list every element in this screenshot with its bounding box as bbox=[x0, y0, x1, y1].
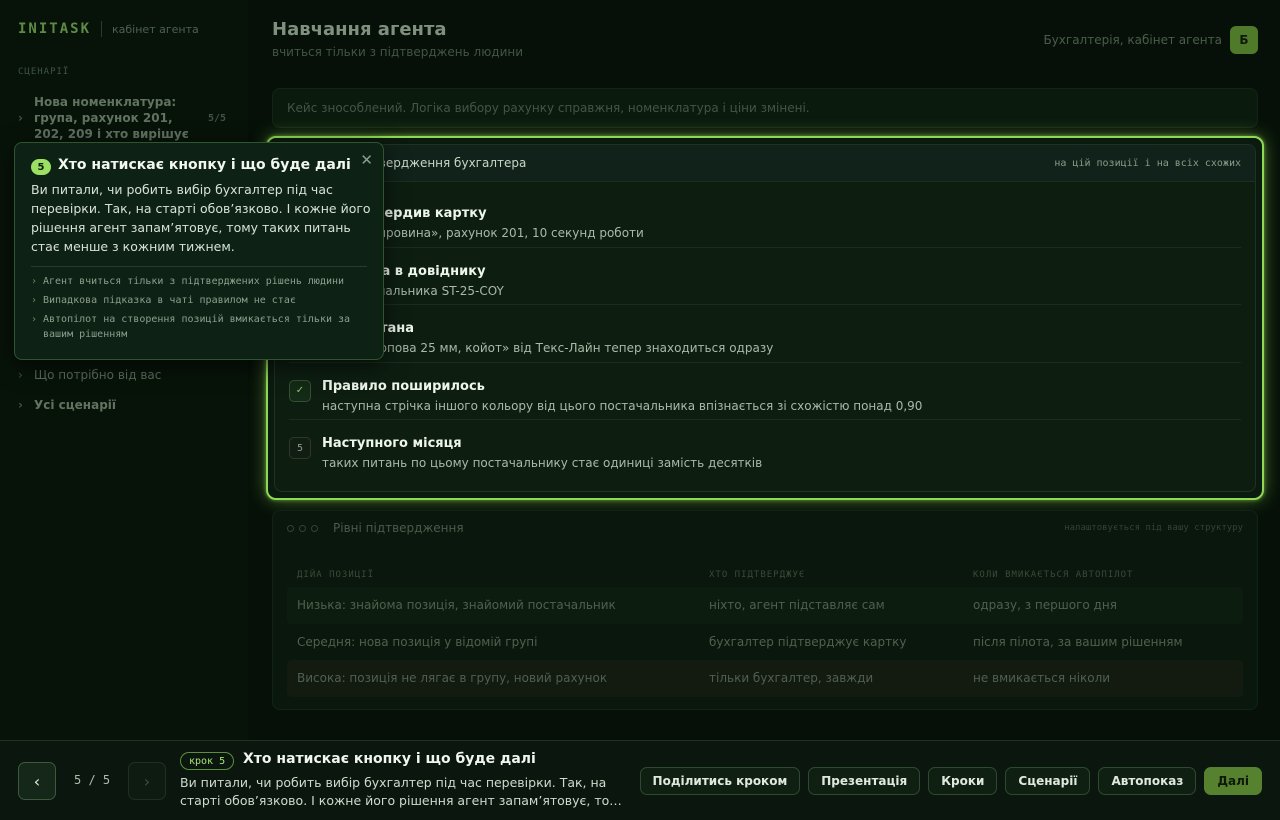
step-title: ер підтвердив картку bbox=[322, 206, 487, 221]
card-body: ось після підтвердження бухгалтера на ці… bbox=[274, 144, 1256, 492]
sidebar: INITASK кабінет агента СЦЕНАРІЇ › Нова н… bbox=[0, 0, 248, 740]
column-header: Хто підтверджує bbox=[709, 570, 806, 580]
step-badge: 5 bbox=[31, 159, 51, 175]
table-cell: після пілота, за вашим рішенням bbox=[973, 634, 1183, 649]
sidebar-item-label: Що потрібно від вас bbox=[34, 368, 162, 382]
tour-bottom-bar: ‹ 5 / 5 › крок 5 Хто натискає кнопку і щ… bbox=[0, 740, 1280, 820]
check-icon: ✓ bbox=[289, 379, 311, 402]
step-item: ✓ ер підтвердив картку анини і сировина»… bbox=[289, 190, 1241, 248]
bullet-text: Агент вчиться тільки з підтверджених ріш… bbox=[43, 276, 345, 287]
table-cell: тільки бухгалтер, завжди bbox=[709, 671, 874, 686]
sidebar-item-scenario[interactable]: › Нова номенклатура: група, рахунок 201,… bbox=[18, 94, 238, 142]
brand-divider bbox=[101, 21, 103, 37]
popover-text: Ви питали, чи робить вибір бухгалтер під… bbox=[31, 182, 371, 254]
next-button[interactable]: Далі bbox=[1204, 767, 1262, 795]
step-item: ✓ запам’ятана річка стропова 25 мм, койо… bbox=[289, 305, 1241, 363]
step-description: Ви питали, чи робить вибір бухгалтер під… bbox=[180, 775, 622, 808]
levels-table: Дійа позиції Хто підтверджує Коли вмикає… bbox=[287, 563, 1243, 697]
list-item: › Випадкова підказка в чаті правилом не … bbox=[31, 293, 375, 308]
levels-title: Рівні підтвердження bbox=[333, 521, 464, 535]
autoplay-button[interactable]: Автопоказ bbox=[1098, 767, 1197, 795]
confirmation-levels-panel: Рівні підтвердження налаштовується під в… bbox=[272, 510, 1258, 710]
step-pill: крок 5 bbox=[180, 752, 235, 770]
levels-note: налаштовується під вашу структуру bbox=[1064, 523, 1243, 533]
chevron-right-icon: › bbox=[31, 276, 38, 287]
step-description: ом постачальника ST-25-COY bbox=[322, 283, 504, 298]
sidebar-item-needs[interactable]: › Що потрібно від вас bbox=[18, 368, 161, 382]
highlighted-card: ось після підтвердження бухгалтера на ці… bbox=[266, 136, 1264, 500]
table-cell: ніхто, агент підставляє сам bbox=[709, 598, 885, 613]
sidebar-item-label: Нова номенклатура: група, рахунок 201, 2… bbox=[34, 95, 189, 141]
card-header: ось після підтвердження бухгалтера на ці… bbox=[275, 145, 1255, 182]
user-label: Бухгалтерія, кабінет агента bbox=[1043, 33, 1222, 47]
table-cell: одразу, з першого дня bbox=[973, 598, 1117, 613]
page-title: Навчання агента bbox=[272, 19, 447, 40]
prev-step-button[interactable]: ‹ bbox=[18, 762, 56, 800]
list-item: › Автопілот на створення позицій вмикаєт… bbox=[31, 312, 375, 342]
brand: INITASK кабінет агента bbox=[18, 21, 199, 37]
step-title: Правило поширилось bbox=[322, 378, 485, 394]
chevron-right-icon: › bbox=[18, 368, 23, 382]
steps-button[interactable]: Кроки bbox=[928, 767, 998, 795]
table-cell: Низька: знайома позиція, знайомий постач… bbox=[297, 598, 616, 613]
chevron-right-icon: › bbox=[18, 111, 23, 125]
step-item: ✓ створена в довіднику ом постачальника … bbox=[289, 248, 1241, 305]
chevron-right-icon: › bbox=[31, 295, 38, 306]
tour-popover: 5 Хто натискає кнопку і що буде далі ✕ В… bbox=[14, 142, 384, 360]
divider bbox=[31, 266, 367, 267]
user-menu[interactable]: Бухгалтерія, кабінет агента Б bbox=[1043, 26, 1258, 54]
next-step-button[interactable]: › bbox=[128, 762, 166, 800]
avatar[interactable]: Б bbox=[1230, 26, 1258, 54]
popover-bullets: › Агент вчиться тільки з підтверджених р… bbox=[31, 274, 375, 346]
card-scope-note: на цій позиції і на всіх схожих bbox=[1054, 157, 1241, 169]
table-row: Низька: знайома позиція, знайомий постач… bbox=[287, 587, 1243, 624]
step-description: наступна стрічка іншого кольору від цьог… bbox=[322, 398, 923, 413]
page-subtitle: вчиться тільки з підтверджень людини bbox=[272, 45, 524, 59]
table-cell: Середня: нова позиція у відомій групі bbox=[297, 634, 538, 649]
bullet-text: Випадкова підказка в чаті правилом не ст… bbox=[43, 295, 296, 306]
steps-list: ✓ ер підтвердив картку анини і сировина»… bbox=[275, 182, 1255, 478]
sidebar-item-all-scenarios[interactable]: › Усі сценарії bbox=[18, 398, 116, 412]
brand-logo[interactable]: INITASK bbox=[18, 21, 91, 37]
step-description: анини і сировина», рахунок 201, 10 секун… bbox=[322, 226, 644, 240]
case-notice: Кейс знособлений. Логіка вибору рахунку … bbox=[272, 88, 1258, 128]
step-item: 5 Наступного місяця таких питань по цьом… bbox=[289, 420, 1241, 478]
scenarios-button[interactable]: Сценарії bbox=[1005, 767, 1091, 795]
table-cell: бухгалтер підтверджує картку bbox=[709, 634, 907, 649]
step-title: Хто натискає кнопку і що буде далі bbox=[243, 751, 536, 767]
list-item: › Агент вчиться тільки з підтверджених р… bbox=[31, 274, 375, 289]
step-description: таких питань по цьому постачальнику стає… bbox=[322, 456, 763, 470]
column-header: Коли вмикається автопілот bbox=[973, 570, 1134, 580]
table-cell: Висока: позиція не лягає в групу, новий … bbox=[297, 671, 608, 686]
table-header-row: Дійа позиції Хто підтверджує Коли вмикає… bbox=[287, 563, 1243, 587]
sidebar-item-label: Усі сценарії bbox=[34, 398, 117, 412]
actions: Поділитись кроком Презентація Кроки Сцен… bbox=[632, 767, 1262, 795]
share-step-button[interactable]: Поділитись кроком bbox=[639, 767, 801, 795]
table-row: Висока: позиція не лягає в групу, новий … bbox=[287, 660, 1243, 697]
presentation-button[interactable]: Презентація bbox=[808, 767, 921, 795]
step-counter: 5 / 5 bbox=[74, 773, 111, 787]
close-icon[interactable]: ✕ bbox=[360, 151, 373, 169]
window-dots-icon bbox=[287, 524, 323, 532]
table-row: Середня: нова позиція у відомій групі бу… bbox=[287, 624, 1243, 661]
step-description: річка стропова 25 мм, койот» від Текс-Ла… bbox=[322, 341, 774, 355]
chevron-right-icon: › bbox=[18, 398, 23, 412]
column-header: Дійа позиції bbox=[297, 570, 375, 580]
step-title: створена в довіднику bbox=[322, 263, 486, 279]
brand-subtitle: кабінет агента bbox=[112, 22, 199, 36]
levels-header: Рівні підтвердження налаштовується під в… bbox=[273, 511, 1257, 545]
chevron-right-icon: › bbox=[31, 314, 38, 325]
bullet-text: Автопілот на створення позицій вмикаєтьс… bbox=[43, 314, 351, 340]
step-title: Наступного місяця bbox=[322, 436, 462, 451]
popover-title: Хто натискає кнопку і що буде далі bbox=[58, 157, 351, 173]
step-item: ✓ Правило поширилось наступна стрічка ін… bbox=[289, 363, 1241, 420]
table-cell: не вмикається ніколи bbox=[973, 671, 1111, 686]
step-number: 5 bbox=[289, 437, 311, 459]
sidebar-section-label: СЦЕНАРІЇ bbox=[18, 67, 70, 77]
sidebar-item-count: 5/5 bbox=[208, 113, 227, 124]
step-title: запам’ятана bbox=[322, 321, 1241, 337]
